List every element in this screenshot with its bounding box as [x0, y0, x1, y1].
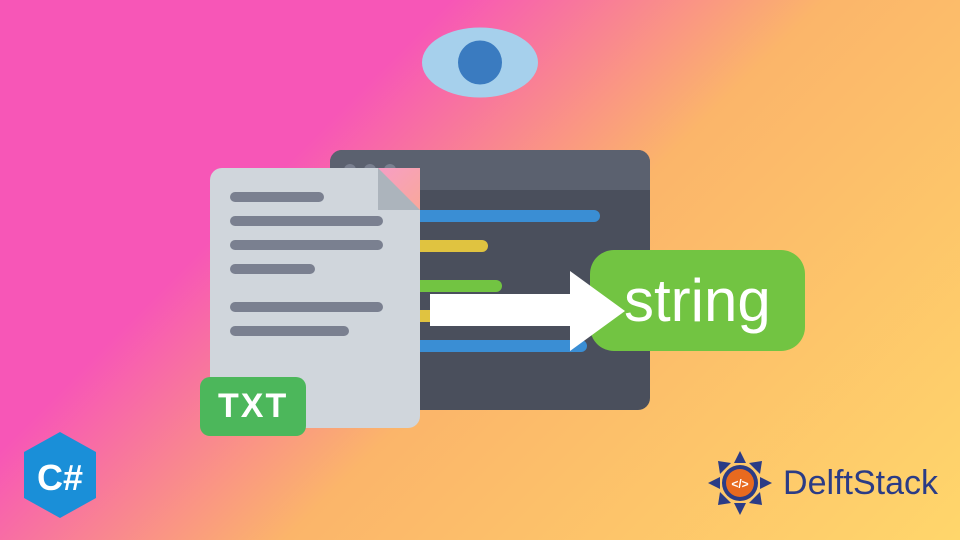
doc-line	[230, 302, 383, 312]
main-illustration: TXT string	[180, 150, 780, 470]
doc-line	[230, 264, 315, 274]
csharp-badge: C#	[20, 430, 100, 520]
delftstack-text: DelftStack	[783, 464, 938, 503]
doc-line	[230, 240, 383, 250]
delftstack-emblem-icon: </>	[705, 448, 775, 518]
doc-line	[230, 326, 349, 336]
document-file: TXT	[210, 168, 420, 428]
csharp-text: C#	[37, 457, 83, 498]
doc-line	[230, 216, 383, 226]
txt-badge: TXT	[200, 377, 306, 436]
arrow-icon	[430, 280, 630, 340]
doc-fold-icon	[378, 168, 420, 210]
doc-line	[230, 192, 324, 202]
svg-text:</>: </>	[731, 477, 748, 491]
delftstack-logo: </> DelftStack	[705, 448, 938, 518]
eye-icon	[420, 25, 540, 100]
